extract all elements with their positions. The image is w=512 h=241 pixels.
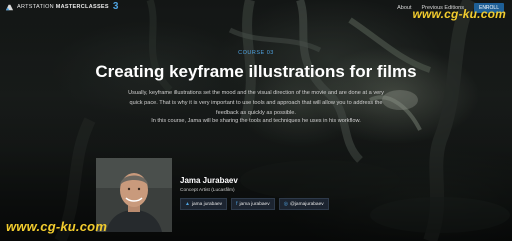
brand-name: ARTSTATION MASTERCLASSES xyxy=(17,4,109,10)
watermark-bottom: www.cg-ku.com xyxy=(6,219,108,234)
instructor-avatar xyxy=(96,158,172,232)
artstation-icon: ▲ xyxy=(185,201,190,207)
page-title: Creating keyframe illustrations for film… xyxy=(95,62,417,81)
instructor-name: Jama Jurabaev xyxy=(180,176,238,185)
social-label: jama jurabaev xyxy=(239,201,270,207)
brand-edition-number: 3 xyxy=(112,1,119,12)
instagram-icon: ◎ xyxy=(283,201,288,207)
instructor-socials: ▲ jama jurabaev f jama jurabaev ◎ @jamaj… xyxy=(180,198,329,210)
course-description: Usually, keyframe illustrations set the … xyxy=(128,90,384,116)
nav-about[interactable]: About xyxy=(397,5,411,11)
instructor-role: Concept Artist (Lucasfilm) xyxy=(180,188,235,193)
social-label: jama jurabaev xyxy=(191,201,223,207)
watermark-top: www.cg-ku.com xyxy=(412,7,506,21)
instructor-portrait xyxy=(96,158,172,232)
social-artstation-link[interactable]: ▲ jama jurabaev xyxy=(180,198,228,210)
brand-logo-link[interactable]: ARTSTATION MASTERCLASSES 3 xyxy=(5,2,118,12)
social-facebook-link[interactable]: f jama jurabaev xyxy=(231,198,275,210)
social-label: @jamajurabaev xyxy=(290,201,324,207)
course-tag: COURSE 03 xyxy=(238,50,274,56)
artstation-logo-icon xyxy=(5,4,14,10)
facebook-icon: f xyxy=(236,201,238,207)
course-description-secondary: In this course, Jama will be sharing the… xyxy=(151,118,361,124)
social-instagram-link[interactable]: ◎ @jamajurabaev xyxy=(278,198,329,210)
